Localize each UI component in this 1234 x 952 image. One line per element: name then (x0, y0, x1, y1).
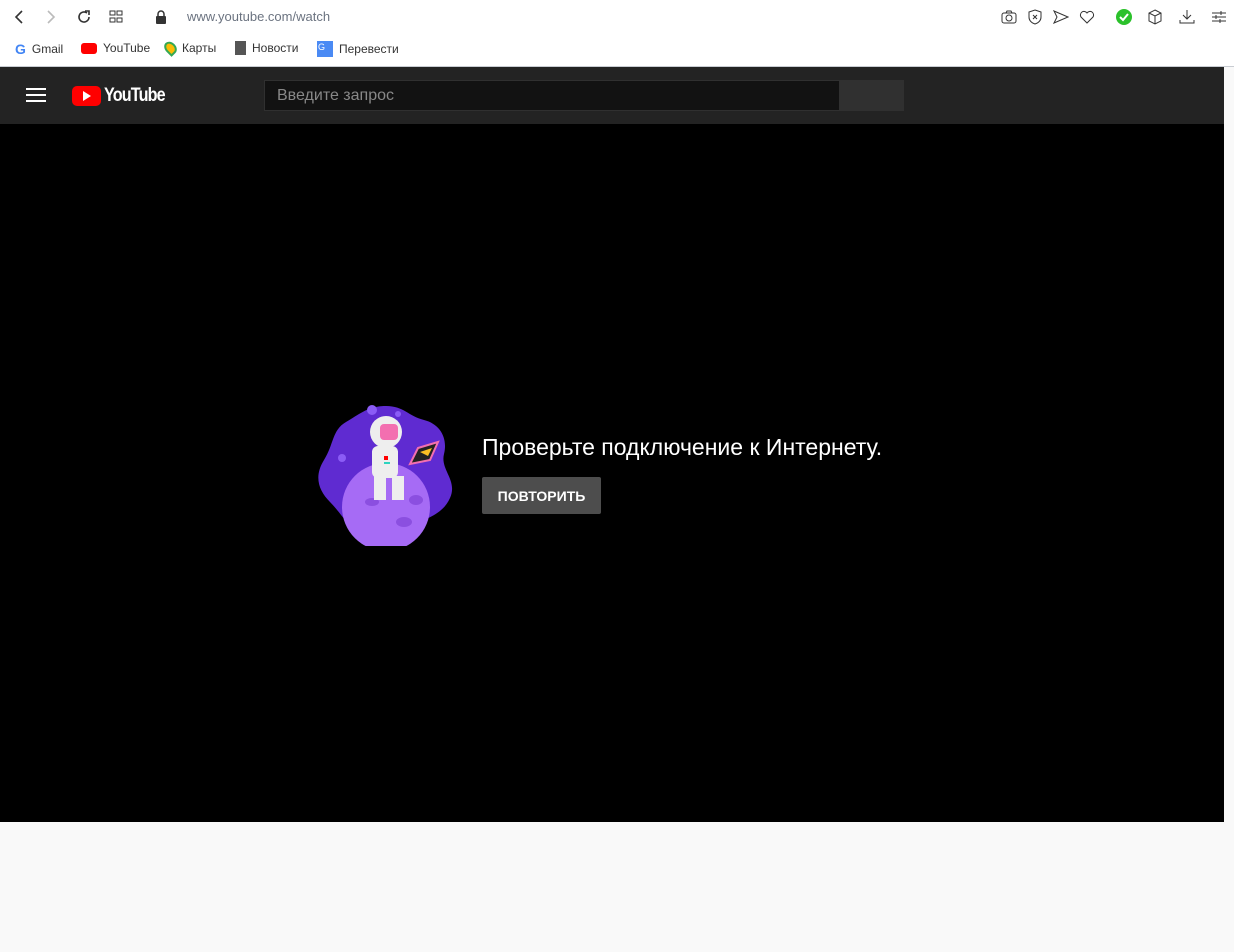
bookmark-gmail[interactable]: G Gmail (15, 41, 63, 57)
translate-icon: G (317, 41, 333, 57)
lock-icon (154, 6, 168, 28)
cube-icon[interactable] (1146, 8, 1164, 26)
retry-button[interactable]: ПОВТОРИТЬ (482, 477, 601, 514)
google-icon: G (15, 41, 26, 57)
menu-icon[interactable] (26, 87, 46, 108)
bookmark-youtube[interactable]: YouTube (81, 41, 150, 55)
youtube-icon (81, 42, 97, 54)
download-icon[interactable] (1178, 8, 1196, 26)
bookmark-translate[interactable]: G Перевести (317, 41, 399, 57)
forward-button[interactable] (42, 6, 60, 28)
youtube-logo[interactable]: YouTube (72, 85, 175, 107)
address-bar[interactable]: www.youtube.com/watch (187, 9, 330, 24)
bookmark-maps[interactable]: Карты (161, 39, 216, 57)
maps-pin-icon (161, 39, 180, 57)
camera-icon[interactable] (1000, 8, 1018, 26)
back-button[interactable] (10, 6, 28, 28)
reload-button[interactable] (74, 6, 94, 28)
adblock-shield-icon[interactable] (1026, 8, 1044, 26)
search-input[interactable]: Введите запрос (264, 80, 840, 111)
astronaut-illustration (318, 405, 453, 546)
browser-toolbar: www.youtube.com/watch G Gmail YouTube Кар… (0, 0, 1234, 67)
send-icon[interactable] (1052, 8, 1070, 26)
heart-icon[interactable] (1078, 8, 1096, 26)
settings-sliders-icon[interactable] (1210, 8, 1228, 26)
document-icon (235, 41, 246, 55)
bookmark-news[interactable]: Новости (235, 41, 298, 55)
youtube-play-icon (72, 86, 101, 106)
search-button[interactable] (840, 80, 904, 111)
error-message: Проверьте подключение к Интернету. (482, 434, 883, 460)
video-player: Проверьте подключение к Интернету. ПОВТО… (0, 124, 1224, 822)
youtube-header: YouTube Введите запрос (0, 67, 1224, 124)
check-status-icon[interactable] (1115, 8, 1133, 26)
tabs-grid-icon[interactable] (106, 6, 126, 28)
